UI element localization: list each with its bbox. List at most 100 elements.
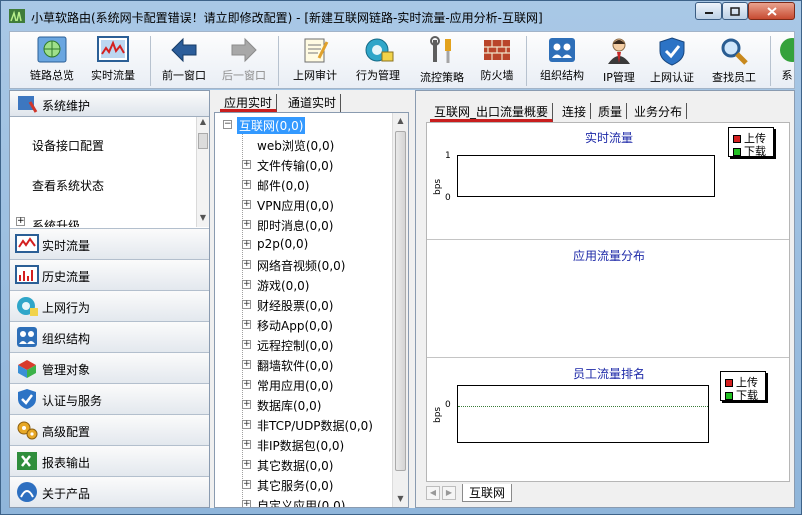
managed-objects-icon	[18, 360, 36, 378]
nav-scrollbar[interactable]: ▲ ▼	[196, 117, 209, 227]
minimize-icon	[704, 12, 713, 14]
system-maintenance-icon	[18, 96, 38, 113]
nav-item-org-structure[interactable]: 组织结构	[10, 321, 209, 352]
online-behavior-icon	[17, 297, 38, 316]
toolbar-separator	[278, 36, 279, 86]
expand-icon[interactable]: +	[242, 240, 251, 249]
expand-icon[interactable]: +	[242, 280, 251, 289]
toolbar-audit-button[interactable]: 上网审计	[288, 32, 342, 88]
wrench-tools-icon	[430, 36, 451, 63]
toolbar-find-employee-button[interactable]: 查找员工	[706, 32, 762, 88]
expand-icon[interactable]: +	[242, 420, 251, 429]
toolbar-online-auth-button[interactable]: 上网认证	[644, 32, 700, 88]
expand-icon[interactable]: +	[242, 360, 251, 369]
minimize-button[interactable]	[695, 2, 722, 20]
toolbar-behavior-management-button[interactable]: 行为管理	[350, 32, 406, 88]
nav-item-managed-objects[interactable]: 管理对象	[10, 352, 209, 383]
toolbar-next-window-button[interactable]: 后一窗口	[216, 32, 272, 88]
expand-icon[interactable]: +	[242, 500, 251, 507]
nav-device-interface-config[interactable]: 设备接口配置	[10, 125, 196, 165]
expand-icon[interactable]: +	[242, 460, 251, 469]
tab-business-distribution[interactable]: 业务分布	[630, 103, 688, 119]
nav-view-system-status[interactable]: 查看系统状态	[10, 165, 196, 205]
scroll-up-icon[interactable]: ▲	[393, 113, 408, 129]
expand-icon[interactable]: +	[242, 320, 251, 329]
toolbar-separator	[770, 36, 771, 86]
realtime-tick-top: 1	[445, 151, 451, 161]
scroll-thumb[interactable]	[198, 133, 208, 149]
expand-icon[interactable]: +	[242, 400, 251, 409]
globe-link-icon	[37, 36, 67, 63]
app-distribution-title: 应用流量分布	[572, 249, 645, 263]
maximize-button[interactable]	[722, 2, 748, 20]
title-bar[interactable]: 小草软路由(系统网卡配置错误！请立即修改配置) - [新建互联网链路-实时流量-…	[1, 1, 801, 31]
realtime-ylabel: bps	[433, 178, 443, 195]
scroll-down-icon[interactable]: ▼	[393, 491, 408, 507]
client-area: 系统维护 设备接口配置 查看系统状态 + 系统升级 ▲ ▼ 实时流量 历史流量 …	[9, 90, 795, 508]
tab-quality[interactable]: 质量	[594, 103, 628, 119]
app-tree: − 互联网(0,0) web浏览(0,0) + 文件传输(0,0) + 邮件(0,0…	[214, 112, 409, 508]
sheet-prev-icon[interactable]: ◀	[426, 486, 440, 500]
expand-icon[interactable]: +	[242, 380, 251, 389]
about-product-icon	[17, 482, 37, 502]
close-button[interactable]	[748, 2, 795, 20]
scroll-down-icon[interactable]: ▼	[197, 213, 209, 227]
ranking-legend: 上传 下载	[720, 371, 766, 402]
expand-icon[interactable]: +	[242, 200, 251, 209]
toolbar-system-button[interactable]: 系	[776, 32, 794, 88]
toolbar-prev-window-button[interactable]: 前一窗口	[156, 32, 212, 88]
nav-item-report-output[interactable]: 报表输出	[10, 445, 209, 476]
expand-icon[interactable]: +	[242, 340, 251, 349]
tab-internet-egress-overview[interactable]: 互联网_出口流量概要	[430, 103, 554, 122]
toolbar-realtime-traffic-button[interactable]: 实时流量	[82, 32, 144, 88]
nav-item-about-product[interactable]: 关于产品	[10, 476, 209, 507]
toolbar-org-structure-button[interactable]: 组织结构	[534, 32, 590, 88]
traffic-monitor-icon	[97, 36, 129, 62]
report-excel-icon	[17, 452, 37, 470]
sheet-tab-internet[interactable]: 互联网	[462, 484, 513, 502]
app-tree-pane: 应用实时 通道实时 − 互联网(0,0) web浏览(0,0) + 文件传输(0,…	[214, 90, 409, 508]
chart-area: 实时流量 bps 1 0 上传 下载 应用流量分布 员工流量排名 bps 0 上…	[426, 122, 790, 482]
expand-icon[interactable]: +	[242, 300, 251, 309]
section-divider	[427, 239, 789, 240]
sheet-next-icon[interactable]: ▶	[442, 486, 456, 500]
audit-notepad-icon	[304, 38, 329, 63]
ranking-ylabel: bps	[433, 406, 443, 423]
expand-icon[interactable]: +	[242, 160, 251, 169]
nav-system-upgrade[interactable]: + 系统升级	[10, 213, 196, 227]
nav-group-system-maintenance[interactable]: 系统维护	[10, 91, 209, 117]
system-icon	[780, 38, 794, 62]
behavior-gear-icon	[365, 38, 394, 62]
tab-app-realtime[interactable]: 应用实时	[220, 94, 278, 112]
tab-channel-realtime[interactable]: 通道实时	[284, 94, 342, 112]
expand-icon[interactable]: +	[242, 480, 251, 489]
expand-icon[interactable]: +	[242, 440, 251, 449]
expand-icon[interactable]: +	[242, 180, 251, 189]
toolbar-flow-control-button[interactable]: 流控策略	[414, 32, 470, 88]
ranking-zero-line	[458, 406, 708, 407]
shield-check-icon	[659, 37, 685, 66]
toolbar-firewall-button[interactable]: 防火墙	[472, 32, 522, 88]
tree-scrollbar[interactable]: ▲ ▼	[392, 113, 408, 507]
toolbar-ip-management-button[interactable]: IP管理	[596, 32, 642, 88]
nav-item-history-traffic[interactable]: 历史流量	[10, 259, 209, 290]
firewall-brick-icon	[484, 40, 510, 60]
collapse-icon[interactable]: −	[223, 120, 232, 129]
nav-item-advanced-config[interactable]: 高级配置	[10, 414, 209, 445]
tree-scroll-thumb[interactable]	[395, 131, 406, 471]
expand-icon[interactable]: +	[242, 220, 251, 229]
nav-item-realtime-traffic[interactable]: 实时流量	[10, 228, 209, 259]
toolbar-link-overview-button[interactable]: 链路总览	[24, 32, 80, 88]
auth-service-icon	[18, 389, 36, 409]
nav-item-auth-service[interactable]: 认证与服务	[10, 383, 209, 414]
maximize-icon	[730, 6, 740, 16]
history-traffic-icon	[15, 265, 39, 284]
realtime-traffic-plot	[457, 155, 715, 197]
tab-connections[interactable]: 连接	[558, 103, 592, 119]
employee-ranking-plot	[457, 385, 709, 443]
scroll-up-icon[interactable]: ▲	[197, 117, 209, 131]
org-structure-icon	[17, 327, 37, 347]
nav-item-online-behavior[interactable]: 上网行为	[10, 290, 209, 321]
expand-icon[interactable]: +	[16, 217, 25, 226]
expand-icon[interactable]: +	[242, 260, 251, 269]
